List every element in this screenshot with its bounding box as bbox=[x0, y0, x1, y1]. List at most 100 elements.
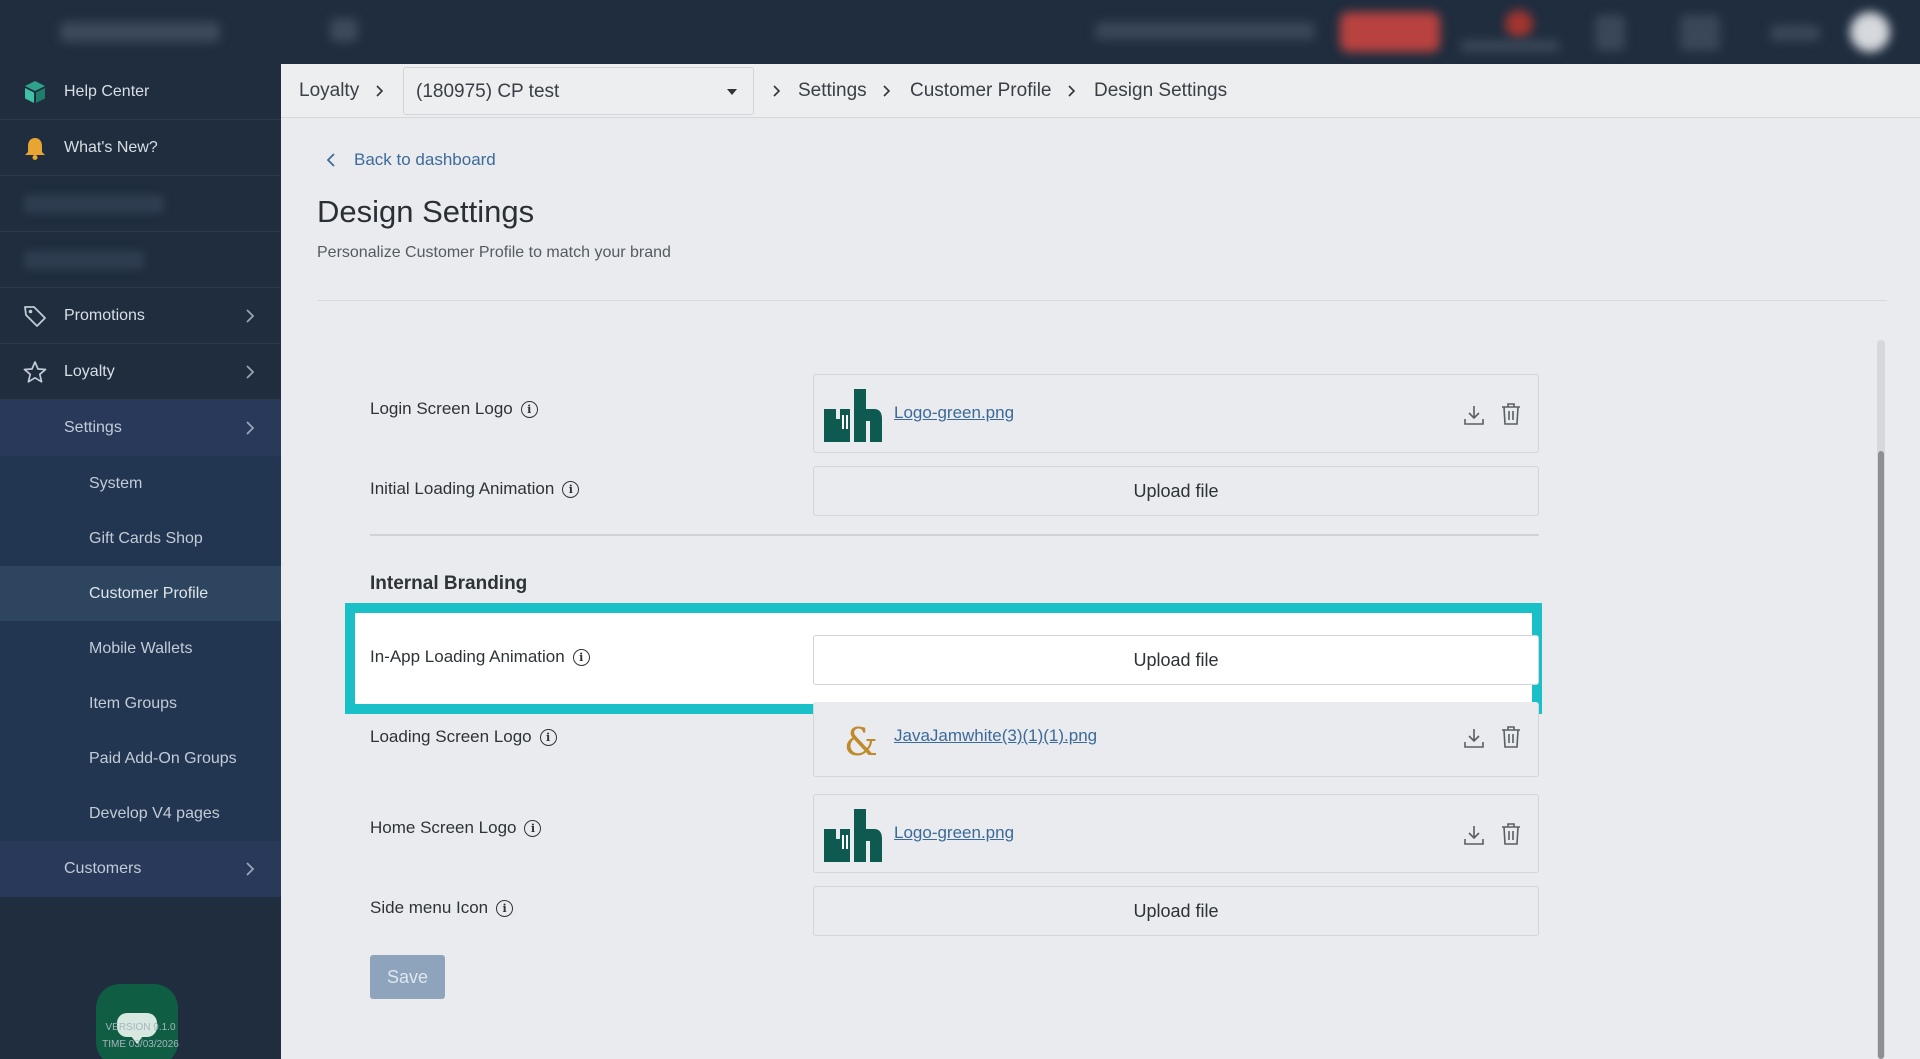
time-label: TIME 03/03/2026 bbox=[102, 1039, 179, 1050]
sidebar-item-paid-add-on-groups[interactable]: Paid Add-On Groups bbox=[0, 731, 281, 786]
in-app-loading-animation-label: In-App Loading Animation i bbox=[370, 647, 590, 667]
sidebar-item-blurred-1[interactable] bbox=[0, 176, 281, 232]
sidebar-item-develop-v4-pages[interactable]: Develop V4 pages bbox=[0, 786, 281, 841]
sidebar-item-mobile-wallets[interactable]: Mobile Wallets bbox=[0, 621, 281, 676]
sidebar-item-label: Paid Add-On Groups bbox=[89, 749, 237, 767]
trash-icon[interactable] bbox=[1500, 725, 1522, 749]
menu-icon[interactable] bbox=[330, 18, 358, 42]
caret-down-icon bbox=[727, 89, 737, 95]
sidebar-item-label: Help Center bbox=[64, 82, 150, 100]
sidebar-item-whats-new[interactable]: What's New? bbox=[0, 120, 281, 176]
sidebar-item-label: What's New? bbox=[64, 138, 158, 156]
chevron-right-icon bbox=[773, 85, 781, 97]
sidebar-item-label: Customer Profile bbox=[89, 584, 209, 602]
chevron-right-icon bbox=[246, 421, 255, 435]
brand-logo[interactable] bbox=[60, 22, 220, 42]
tag-icon bbox=[22, 303, 48, 329]
logo-thumbnail bbox=[824, 809, 882, 862]
file-name-link[interactable]: JavaJamwhite(3)(1)(1).png bbox=[894, 726, 1097, 746]
sidebar-item-settings[interactable]: Settings bbox=[0, 400, 281, 456]
location-select[interactable]: (180975) CP test bbox=[403, 67, 754, 115]
sidebar-item-customer-profile[interactable]: Customer Profile bbox=[0, 566, 281, 621]
home-screen-logo-file: Logo-green.png bbox=[813, 794, 1539, 873]
sidebar-item-label: Loyalty bbox=[64, 362, 115, 380]
chevron-right-icon bbox=[246, 862, 255, 876]
sidebar-item-label: Mobile Wallets bbox=[89, 639, 193, 657]
chevron-left-icon bbox=[326, 153, 335, 167]
divider bbox=[317, 300, 1887, 301]
sidebar: Help Center What's New? Promotions Loyal… bbox=[0, 64, 281, 1059]
location-select-value: (180975) CP test bbox=[416, 81, 560, 102]
scrollbar-thumb[interactable] bbox=[1878, 451, 1884, 1059]
back-to-dashboard-link[interactable]: Back to dashboard bbox=[326, 150, 496, 170]
sidebar-item-item-groups[interactable]: Item Groups bbox=[0, 676, 281, 731]
blurred-label bbox=[24, 195, 164, 213]
info-icon[interactable]: i bbox=[496, 899, 514, 917]
sidebar-item-blurred-2[interactable] bbox=[0, 232, 281, 288]
download-icon[interactable] bbox=[1462, 403, 1486, 427]
download-icon[interactable] bbox=[1462, 726, 1486, 750]
top-bar bbox=[0, 0, 1920, 64]
sidebar-item-label: Settings bbox=[64, 419, 122, 436]
initial-loading-animation-upload-button[interactable]: Upload file bbox=[813, 466, 1539, 516]
blurred-label bbox=[24, 251, 144, 269]
trash-icon[interactable] bbox=[1500, 822, 1522, 846]
breadcrumb-customer-profile[interactable]: Customer Profile bbox=[910, 80, 1052, 102]
sidebar-item-label: Develop V4 pages bbox=[89, 804, 220, 822]
breadcrumb-loyalty[interactable]: Loyalty bbox=[299, 80, 359, 102]
header-blurred-text bbox=[1095, 22, 1315, 40]
notification-badge bbox=[1505, 10, 1533, 38]
login-screen-logo-file: Logo-green.png bbox=[813, 374, 1539, 453]
info-icon[interactable]: i bbox=[562, 480, 580, 498]
row-label-text: Home Screen Logo bbox=[370, 818, 517, 837]
chevron-right-icon bbox=[246, 365, 255, 379]
row-label-text: Initial Loading Animation bbox=[370, 479, 555, 498]
sidebar-item-label: Promotions bbox=[64, 306, 145, 324]
side-menu-icon-upload-button[interactable]: Upload file bbox=[813, 886, 1539, 936]
loading-screen-logo-label: Loading Screen Logo i bbox=[370, 727, 557, 747]
breadcrumb: Loyalty (180975) CP test Settings Custom… bbox=[281, 64, 1920, 118]
sidebar-item-customers[interactable]: Customers bbox=[0, 841, 281, 897]
file-name-link[interactable]: Logo-green.png bbox=[894, 823, 1014, 843]
sidebar-item-system[interactable]: System bbox=[0, 456, 281, 511]
info-icon[interactable]: i bbox=[539, 728, 557, 746]
sidebar-item-help-center[interactable]: Help Center bbox=[0, 64, 281, 120]
download-icon[interactable] bbox=[1462, 823, 1486, 847]
bell-icon bbox=[22, 135, 48, 161]
breadcrumb-current: Design Settings bbox=[1094, 80, 1228, 101]
file-name-link[interactable]: Logo-green.png bbox=[894, 403, 1014, 423]
chevron-right-icon bbox=[246, 309, 255, 323]
info-icon[interactable]: i bbox=[520, 400, 538, 418]
header-user-name[interactable] bbox=[1770, 25, 1820, 41]
initial-loading-animation-label: Initial Loading Animation i bbox=[370, 479, 580, 499]
row-label-text: Login Screen Logo bbox=[370, 399, 513, 418]
chevron-right-icon bbox=[883, 85, 891, 97]
info-icon[interactable]: i bbox=[524, 819, 542, 837]
help-center-icon bbox=[22, 79, 48, 105]
sidebar-item-gift-cards-shop[interactable]: Gift Cards Shop bbox=[0, 511, 281, 566]
sidebar-item-label: Item Groups bbox=[89, 694, 178, 712]
trash-icon[interactable] bbox=[1500, 402, 1522, 426]
header-icon-2[interactable] bbox=[1680, 15, 1720, 51]
sidebar-item-promotions[interactable]: Promotions bbox=[0, 288, 281, 344]
side-menu-icon-label: Side menu Icon i bbox=[370, 898, 514, 918]
header-action-button[interactable] bbox=[1340, 12, 1440, 52]
loading-screen-logo-file: & JavaJamwhite(3)(1)(1).png bbox=[813, 702, 1539, 777]
logo-thumbnail: & bbox=[844, 720, 878, 764]
breadcrumb-settings[interactable]: Settings bbox=[798, 80, 867, 102]
header-icon-1[interactable] bbox=[1595, 15, 1625, 51]
row-label-text: In-App Loading Animation bbox=[370, 647, 565, 666]
sidebar-item-label: Customers bbox=[64, 860, 142, 877]
avatar[interactable] bbox=[1850, 12, 1890, 52]
row-label-text: Loading Screen Logo bbox=[370, 727, 532, 746]
info-icon[interactable]: i bbox=[572, 648, 590, 666]
section-divider bbox=[370, 534, 1539, 536]
internal-branding-heading: Internal Branding bbox=[370, 573, 528, 594]
chevron-right-icon bbox=[1068, 85, 1076, 97]
chevron-right-icon bbox=[376, 85, 384, 97]
in-app-loading-animation-upload-button[interactable]: Upload file bbox=[813, 635, 1539, 685]
sidebar-item-loyalty[interactable]: Loyalty bbox=[0, 344, 281, 400]
version-label: VERSION 9.1.0 bbox=[105, 1022, 176, 1033]
save-button[interactable]: Save bbox=[370, 955, 445, 999]
sidebar-item-label: Gift Cards Shop bbox=[89, 529, 203, 547]
